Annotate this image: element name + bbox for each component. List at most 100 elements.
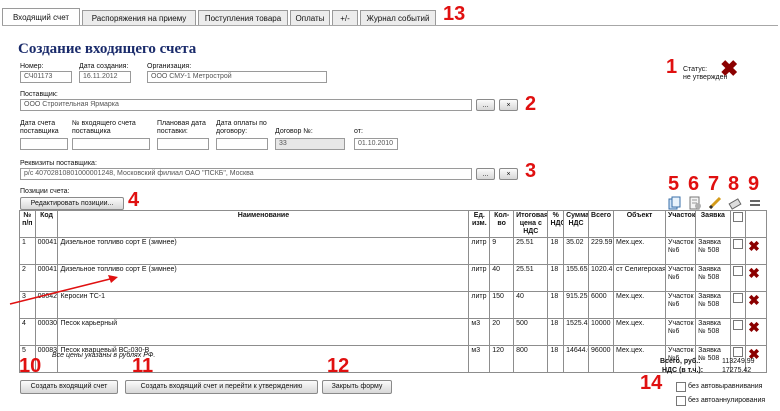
cell-select[interactable] [729, 291, 747, 319]
cell-vat-sum: 915.25 [563, 291, 590, 319]
tab-incoming-invoice[interactable]: Входящий счет [2, 8, 80, 26]
number-field[interactable]: СЧ01173 [20, 71, 72, 83]
cell-select[interactable] [729, 318, 747, 346]
cell-price: 800 [513, 345, 549, 373]
cell-object: Мех.цех. [612, 237, 667, 265]
edit-positions-button[interactable]: Редактировать позиции... [20, 197, 124, 210]
cell-delete[interactable]: ✖ [745, 237, 767, 265]
annotation-5: 5 [668, 173, 680, 195]
planned-delivery-field[interactable] [157, 138, 209, 150]
cell-delete[interactable]: ✖ [745, 318, 767, 346]
delete-row-icon[interactable]: ✖ [748, 293, 760, 309]
delete-row-icon[interactable]: ✖ [748, 320, 760, 336]
requisites-clear-button[interactable]: × [499, 168, 518, 180]
cell-object: Мех.цех. [612, 345, 667, 373]
select-all-checkbox[interactable] [732, 212, 743, 222]
tab-payments[interactable]: Оплаты [290, 10, 330, 26]
requisites-field[interactable]: р/с 40702810801000001248, Московский фил… [20, 168, 472, 180]
contract-from-label: от: [354, 128, 363, 135]
cell-vat-pct: 18 [547, 237, 565, 265]
column-header-select-all[interactable] [729, 210, 747, 238]
row-checkbox[interactable] [732, 293, 743, 303]
no-autoalign-checkbox[interactable] [676, 382, 686, 392]
supplier-label: Поставщик: [20, 91, 58, 98]
cell-price: 500 [513, 318, 549, 346]
supplier-clear-button[interactable]: × [499, 99, 518, 111]
eraser-icon[interactable] [728, 196, 742, 210]
planned-delivery-label: Плановая дата поставки: [157, 120, 206, 135]
cell-number: 4 [19, 318, 36, 346]
annotation-4: 4 [128, 189, 140, 211]
cell-delete[interactable]: ✖ [745, 264, 767, 292]
tab-plus-minus[interactable]: +/- [332, 10, 358, 26]
tab-goods-receipts[interactable]: Поступления товара [198, 10, 288, 26]
delete-row-icon[interactable]: ✖ [748, 239, 760, 255]
cell-qty: 120 [489, 345, 515, 373]
cell-request: Заявка № 508 [695, 237, 731, 265]
supplier-invoice-date-field[interactable] [20, 138, 68, 150]
row-checkbox[interactable] [732, 320, 743, 330]
cell-unit: м3 [468, 345, 491, 373]
annotation-7: 7 [708, 173, 720, 195]
payment-date-field[interactable] [216, 138, 268, 150]
create-and-approve-button[interactable]: Создать входящий счет и перейти к утверж… [125, 380, 318, 394]
cell-vat-pct: 18 [547, 345, 565, 373]
tab-orders[interactable]: Распоряжения на приему [82, 10, 196, 26]
row-checkbox[interactable] [732, 347, 743, 357]
number-label: Номер: [20, 63, 44, 70]
row-checkbox[interactable] [732, 239, 743, 249]
contract-field[interactable]: 33 [275, 138, 345, 150]
table-row[interactable]: 4 00030 Песок карьерный м3 20 500 18 152… [19, 318, 767, 346]
vat-total-label: НДС (в т.ч.): [662, 367, 704, 374]
column-header-unit: Ед. изм. [468, 210, 491, 238]
cell-site: Участок №6 [665, 318, 697, 346]
supplier-field[interactable]: ООО Строительная Ярмарка [20, 99, 472, 111]
supplier-invoice-number-field[interactable] [72, 138, 150, 150]
menu-icon[interactable] [748, 196, 762, 210]
pencil-icon[interactable] [708, 196, 722, 210]
column-header-number: № п/п [19, 210, 36, 238]
column-header-vat-sum: Сумма НДС [563, 210, 590, 238]
no-autoalign-label: без автовыравнивания [688, 383, 763, 390]
copy-icon[interactable] [668, 196, 682, 210]
document-icon[interactable] [688, 196, 702, 210]
no-autocancel-label: без автоаннулирования [688, 397, 766, 404]
cell-qty: 150 [489, 291, 515, 319]
tab-divider [2, 25, 778, 26]
cell-delete[interactable]: ✖ [745, 291, 767, 319]
cell-site: Участок №6 [665, 291, 697, 319]
contract-date-field[interactable]: 01.10.2010 [354, 138, 398, 150]
annotation-10: 10 [19, 355, 42, 377]
requisites-label: Реквизиты поставщика: [20, 160, 97, 167]
date-created-field[interactable]: 16.11.2012 [79, 71, 131, 83]
status-label: Статус: [683, 66, 708, 73]
table-row[interactable]: 2 00041 Дизельное топливо сорт Е (зимнее… [19, 264, 767, 292]
table-row[interactable]: 1 00041 Дизельное топливо сорт Е (зимнее… [19, 237, 767, 265]
tab-bar: Входящий счет Распоряжения на приему Пос… [2, 4, 778, 26]
table-row[interactable]: 3 00042 Керосин ТС-1 литр 150 40 18 915.… [19, 291, 767, 319]
row-checkbox[interactable] [732, 266, 743, 276]
supplier-select-button[interactable]: ... [476, 99, 495, 111]
close-form-button[interactable]: Закрыть форму [322, 380, 392, 394]
cell-price: 25.51 [513, 237, 549, 265]
tab-event-log[interactable]: Журнал событий [360, 10, 436, 26]
cell-vat-sum: 14644.07 [563, 345, 590, 373]
column-header-delete [745, 210, 767, 238]
create-invoice-button[interactable]: Создать входящий счет [20, 380, 118, 394]
positions-label: Позиции счета: [20, 188, 70, 195]
organization-label: Организация: [147, 63, 192, 70]
no-autocancel-checkbox[interactable] [676, 396, 686, 406]
cell-object: Мех.цех. [612, 291, 667, 319]
annotation-arrow-icon [9, 275, 118, 305]
cell-select[interactable] [729, 264, 747, 292]
organization-field[interactable]: ООО СМУ-1 Метрострой [147, 71, 327, 83]
cell-qty: 40 [489, 264, 515, 292]
page-title: Создание входящего счета [18, 41, 197, 57]
delete-row-icon[interactable]: ✖ [748, 266, 760, 282]
cell-unit: литр [468, 291, 491, 319]
date-created-label: Дата создания: [79, 63, 129, 70]
requisites-select-button[interactable]: ... [476, 168, 495, 180]
annotation-11: 11 [132, 355, 154, 377]
cell-select[interactable] [729, 237, 747, 265]
cell-price: 40 [513, 291, 549, 319]
